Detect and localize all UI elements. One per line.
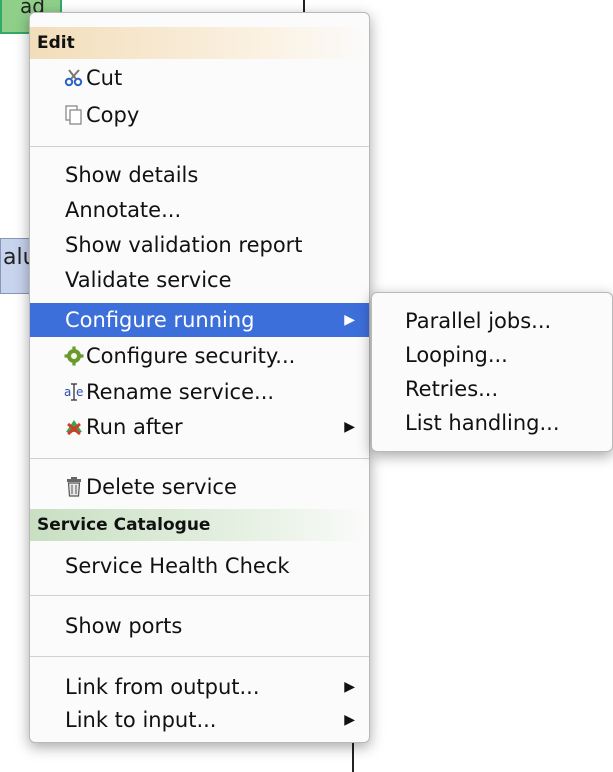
- menu-item-run-after-label: Run after: [86, 415, 183, 439]
- svg-text:e: e: [76, 385, 83, 399]
- menu-item-show-ports[interactable]: Show ports: [30, 610, 369, 643]
- menu-item-configure-running-label: Configure running: [65, 308, 255, 332]
- submenu-item-retries[interactable]: Retries...: [372, 373, 612, 406]
- menu-separator: [30, 656, 369, 657]
- background-connector-line-bottom: [352, 742, 354, 772]
- menu-separator: [30, 458, 369, 459]
- svg-text:a: a: [64, 385, 71, 399]
- submenu-arrow-icon: ▶: [344, 312, 355, 328]
- menu-item-show-validation-report-label: Show validation report: [65, 233, 303, 257]
- menu-item-run-after[interactable]: Run after ▶: [30, 411, 369, 444]
- section-header-service-catalogue: Service Catalogue: [30, 509, 369, 541]
- run-after-icon: [64, 416, 84, 438]
- menu-item-show-ports-label: Show ports: [65, 614, 183, 638]
- menu-item-validate-service-label: Validate service: [65, 268, 232, 292]
- menu-item-link-from-output-label: Link from output...: [65, 675, 260, 699]
- scissors-icon: [64, 67, 84, 89]
- submenu-item-list-handling[interactable]: List handling...: [372, 407, 612, 440]
- menu-separator: [30, 146, 369, 147]
- submenu-item-looping[interactable]: Looping...: [372, 339, 612, 372]
- configure-running-submenu: Parallel jobs... Looping... Retries... L…: [371, 292, 613, 452]
- copy-icon: [64, 104, 84, 126]
- menu-item-configure-security[interactable]: Configure security...: [30, 340, 369, 373]
- trash-icon: [64, 476, 84, 498]
- menu-item-configure-security-label: Configure security...: [86, 344, 296, 368]
- submenu-item-retries-label: Retries...: [405, 377, 499, 401]
- menu-item-delete-service[interactable]: Delete service: [30, 471, 369, 504]
- rename-icon: a e: [64, 381, 84, 403]
- menu-item-cut[interactable]: Cut: [30, 62, 369, 95]
- menu-item-service-health-check[interactable]: Service Health Check: [30, 550, 369, 583]
- menu-item-link-to-input-label: Link to input...: [65, 708, 217, 732]
- menu-separator: [30, 595, 369, 596]
- submenu-arrow-icon: ▶: [344, 419, 355, 435]
- submenu-item-list-handling-label: List handling...: [405, 411, 560, 435]
- menu-item-annotate[interactable]: Annotate...: [30, 194, 369, 227]
- menu-item-copy[interactable]: Copy: [30, 99, 369, 132]
- menu-item-copy-label: Copy: [86, 103, 140, 127]
- menu-item-annotate-label: Annotate...: [65, 198, 182, 222]
- submenu-item-looping-label: Looping...: [405, 343, 508, 367]
- gear-icon: [64, 345, 84, 367]
- menu-item-delete-service-label: Delete service: [86, 475, 237, 499]
- section-header-edit: Edit: [30, 27, 369, 59]
- submenu-arrow-icon: ▶: [344, 679, 355, 695]
- menu-item-show-validation-report[interactable]: Show validation report: [30, 229, 369, 262]
- menu-item-service-health-check-label: Service Health Check: [65, 554, 290, 578]
- submenu-arrow-icon: ▶: [344, 712, 355, 728]
- menu-item-show-details[interactable]: Show details: [30, 159, 369, 192]
- menu-item-rename-service[interactable]: a e Rename service...: [30, 376, 369, 409]
- menu-item-configure-running[interactable]: Configure running ▶: [30, 303, 369, 337]
- menu-item-cut-label: Cut: [86, 66, 123, 90]
- submenu-item-parallel-jobs-label: Parallel jobs...: [405, 309, 552, 333]
- menu-item-validate-service[interactable]: Validate service: [30, 264, 369, 297]
- menu-item-link-to-input[interactable]: Link to input... ▶: [30, 704, 369, 737]
- menu-item-link-from-output[interactable]: Link from output... ▶: [30, 671, 369, 704]
- menu-item-rename-service-label: Rename service...: [86, 380, 275, 404]
- menu-item-show-details-label: Show details: [65, 163, 199, 187]
- context-menu: Edit Cut Copy Show details Annotate... S…: [29, 12, 370, 743]
- submenu-item-parallel-jobs[interactable]: Parallel jobs...: [372, 305, 612, 338]
